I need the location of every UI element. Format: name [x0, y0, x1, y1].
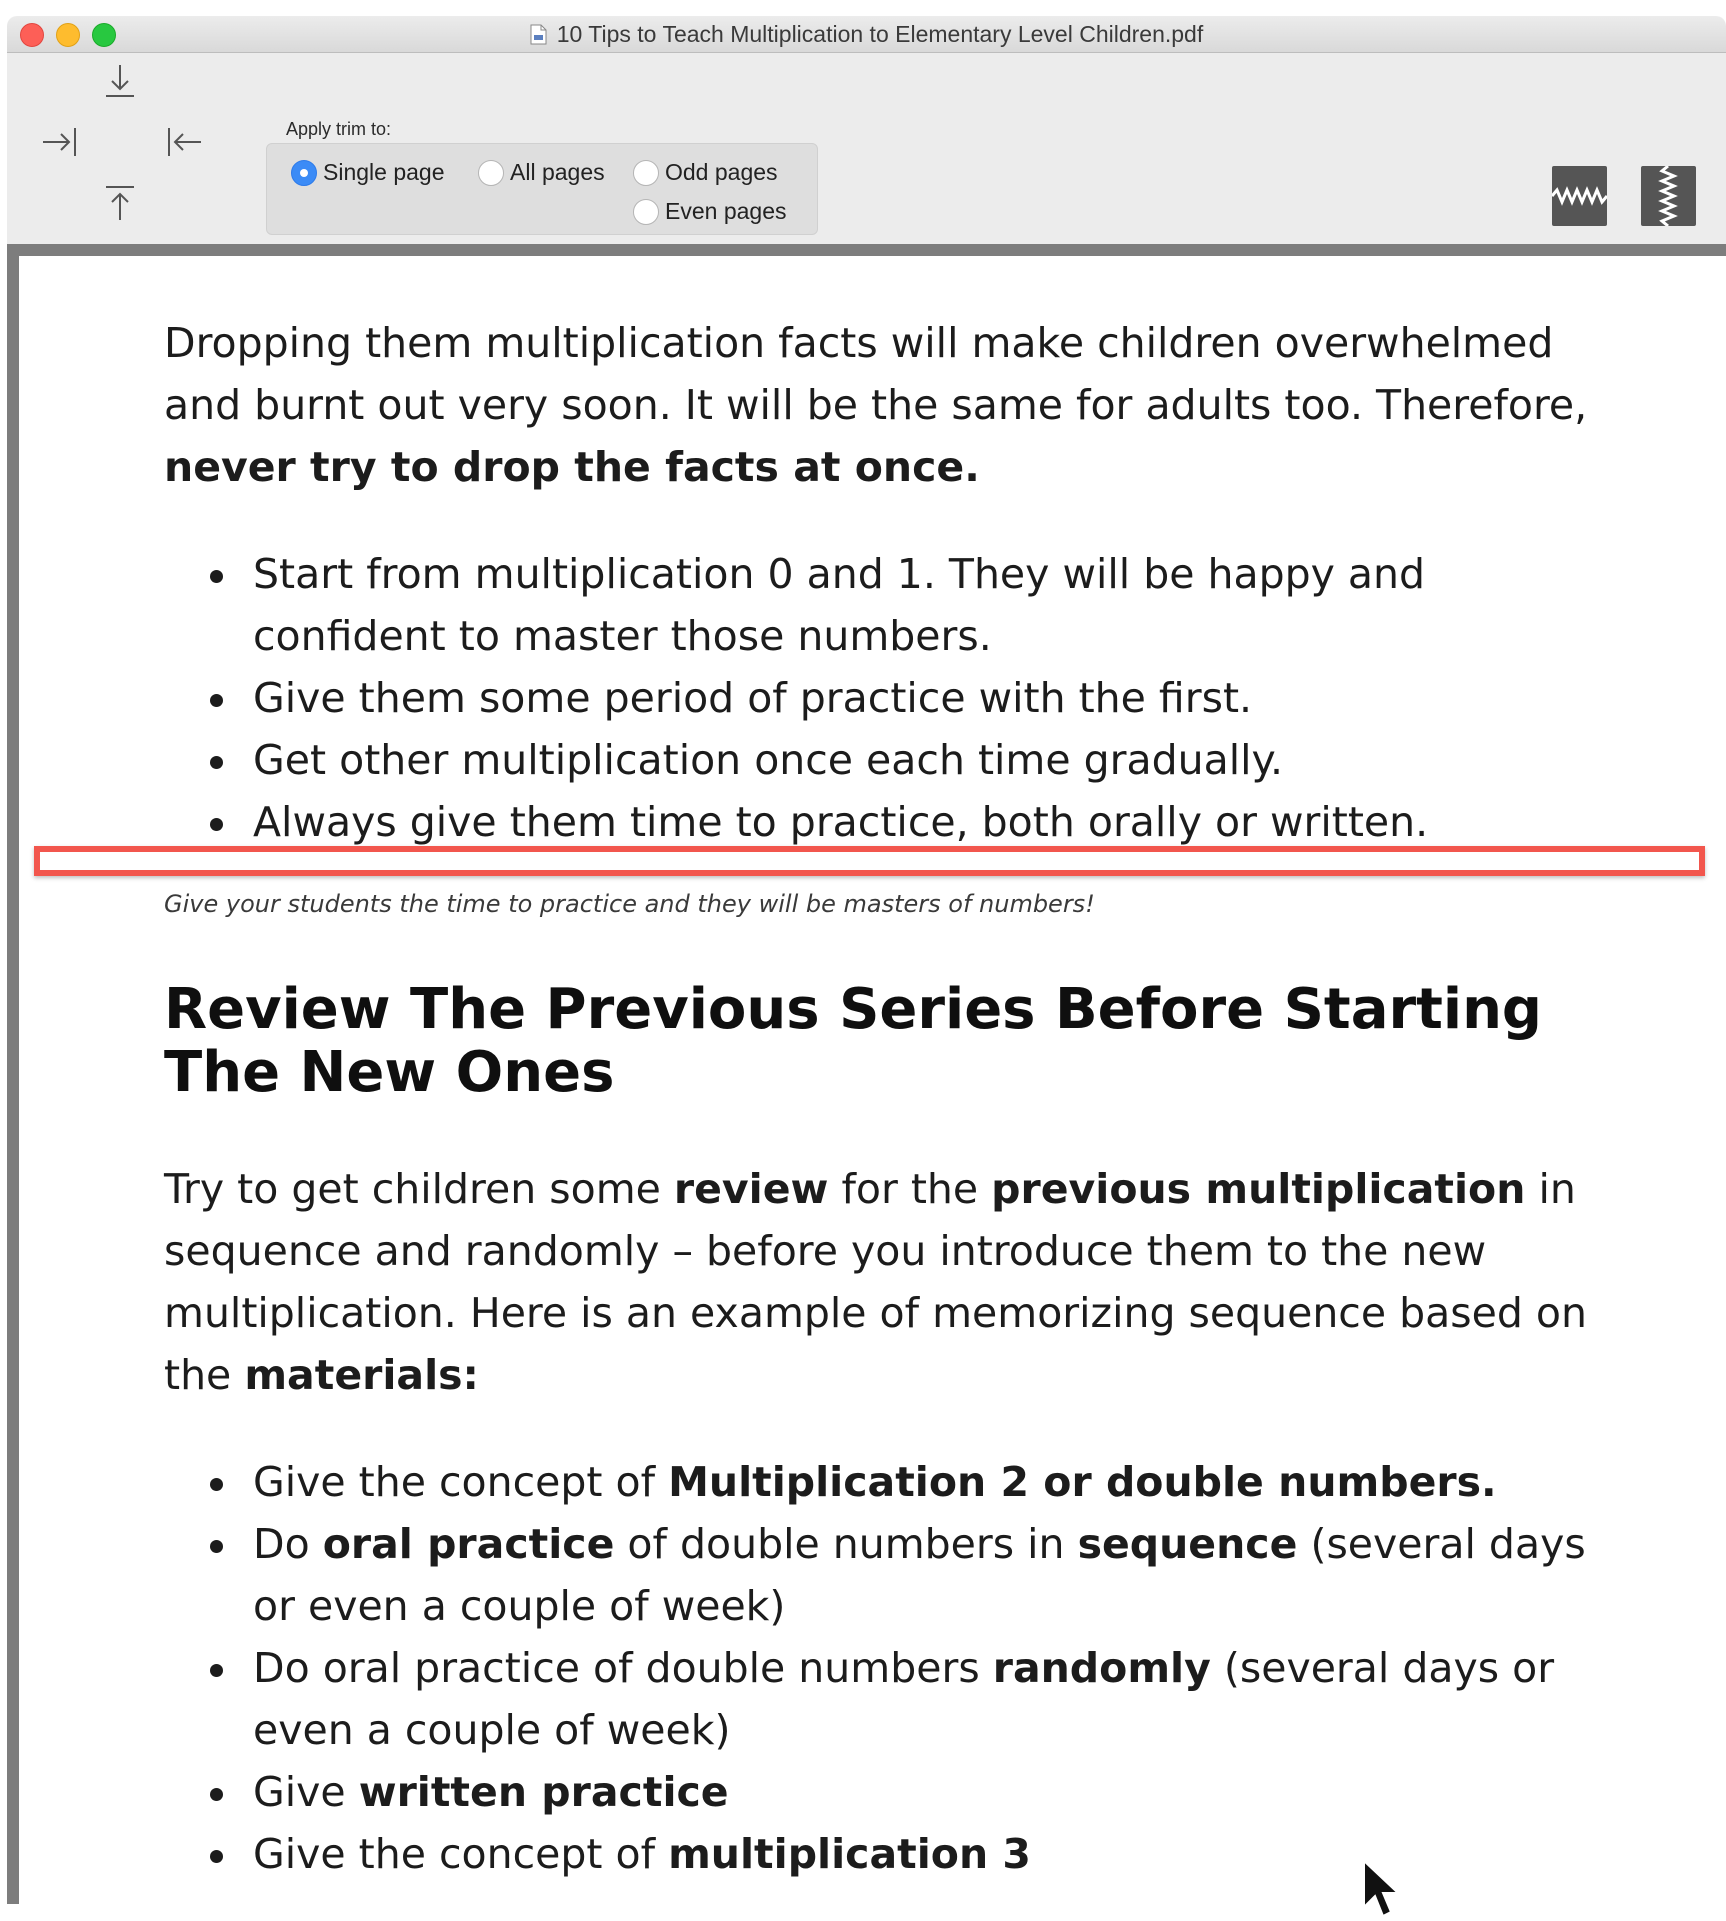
split-horizontal-button[interactable]	[1641, 166, 1696, 226]
paragraph: Dropping them multiplication facts will …	[164, 319, 1588, 491]
document-frame-top	[7, 244, 1726, 256]
image-caption: Give your students the time to practice …	[164, 890, 1095, 918]
even-pages-label: Even pages	[665, 198, 787, 224]
trim-split-line[interactable]	[34, 846, 1705, 876]
window-title: 10 Tips to Teach Multiplication to Eleme…	[556, 20, 1204, 47]
list-item: Give the concept of Multiplication 2 or …	[164, 1451, 1604, 1513]
arrow-left-to-bar-icon[interactable]	[165, 125, 203, 159]
document-frame-left	[7, 244, 19, 1904]
section-heading: Review The Previous Series Before Starti…	[164, 977, 1543, 1105]
odd-pages-label: Odd pages	[665, 159, 778, 185]
pdf-page: Dropping them multiplication facts will …	[19, 256, 1726, 1918]
arrow-down-to-bar-icon[interactable]	[103, 63, 137, 99]
list-item: Start from multiplication 0 and 1. They …	[164, 543, 1604, 667]
single-page-radio[interactable]: Single page	[291, 159, 445, 186]
radio-selected-icon	[291, 159, 317, 186]
all-pages-radio[interactable]: All pages	[478, 159, 605, 186]
split-vertical-icon	[1552, 166, 1607, 226]
trim-toolbar: Apply trim to: Single page All pages Odd…	[7, 53, 1726, 274]
single-page-label: Single page	[323, 159, 445, 185]
all-pages-label: All pages	[510, 159, 605, 185]
radio-unselected-icon	[478, 159, 504, 186]
apply-trim-options: Single page All pages Odd pages Even pag…	[266, 143, 818, 235]
list-item: Give them some period of practice with t…	[164, 667, 1604, 729]
list-item: Do oral practice of double numbers rando…	[164, 1637, 1604, 1761]
radio-unselected-icon	[633, 159, 659, 186]
mouse-pointer-icon	[1362, 1859, 1402, 1921]
even-pages-radio[interactable]: Even pages	[633, 198, 786, 225]
window-title-group: 10 Tips to Teach Multiplication to Eleme…	[7, 16, 1726, 52]
bullet-list: Start from multiplication 0 and 1. They …	[164, 543, 1604, 853]
apply-trim-label: Apply trim to:	[286, 119, 392, 139]
split-horizontal-icon	[1641, 166, 1696, 226]
list-item: Give written practice	[164, 1761, 1604, 1823]
radio-unselected-icon	[633, 198, 659, 225]
arrow-right-to-bar-icon[interactable]	[41, 125, 79, 159]
list-item: Get other multiplication once each time …	[164, 729, 1604, 791]
list-item: Do oral practice of double numbers in se…	[164, 1513, 1604, 1637]
paragraph: Try to get children some review for the …	[164, 1165, 1587, 1399]
list-item: Always give them time to practice, both …	[164, 791, 1604, 853]
split-vertical-button[interactable]	[1552, 166, 1607, 226]
title-bar: 10 Tips to Teach Multiplication to Eleme…	[7, 16, 1726, 53]
bullet-list: Give the concept of Multiplication 2 or …	[164, 1451, 1604, 1885]
pdf-file-icon	[530, 24, 547, 45]
odd-pages-radio[interactable]: Odd pages	[633, 159, 778, 186]
arrow-up-from-bar-icon[interactable]	[103, 184, 137, 222]
